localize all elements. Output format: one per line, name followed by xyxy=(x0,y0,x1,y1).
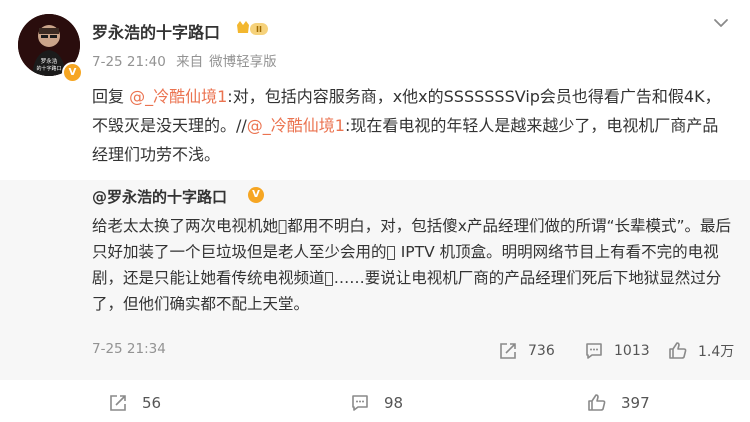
comment-icon xyxy=(586,343,602,359)
quote-text: 给老太太换了两次电视机她 都用不明白，对，包括傻x产品经理们做的所谓“长辈模式”… xyxy=(92,217,732,313)
comment-count: 98 xyxy=(384,394,404,412)
like-count: 397 xyxy=(621,394,650,412)
author-name[interactable]: 罗永浩的十字路口 xyxy=(92,19,220,43)
post-meta: 7-25 21:40 来自 微博轻享版 xyxy=(92,50,283,70)
repost-count: 56 xyxy=(142,394,162,412)
repost-icon xyxy=(500,343,516,359)
comment-icon xyxy=(352,395,368,411)
comment-button[interactable]: 98 xyxy=(350,393,403,413)
quote-author[interactable]: @罗永浩的十字路口 xyxy=(92,186,227,207)
quote-comment-button[interactable]: 1013 xyxy=(584,341,650,361)
verified-badge-icon: V xyxy=(62,62,83,83)
quote-comment-count: 1013 xyxy=(614,343,650,359)
quote-like-button[interactable]: 1.4万 xyxy=(668,341,734,361)
like-icon xyxy=(588,394,606,411)
quote-like-count: 1.4万 xyxy=(698,344,735,360)
post-source[interactable]: 微博轻享版 xyxy=(209,54,277,70)
badge-level: II xyxy=(256,25,262,34)
mention-link[interactable]: @_冷酷仙境1 xyxy=(129,87,227,106)
source-prefix: 来自 xyxy=(176,54,204,70)
like-button[interactable]: 397 xyxy=(587,393,650,413)
repost-button[interactable]: 56 xyxy=(108,393,161,413)
post-time[interactable]: 7-25 21:40 xyxy=(92,54,166,70)
avatar-caption-1: 罗永浩 xyxy=(41,57,58,65)
verified-badge-icon: V xyxy=(248,187,264,203)
chevron-down-icon[interactable] xyxy=(712,14,730,32)
avatar-caption-2: 的十字路口 xyxy=(36,65,61,72)
quote-repost-button[interactable]: 736 xyxy=(498,341,555,361)
like-icon xyxy=(669,342,687,359)
repost-icon xyxy=(110,395,126,411)
mention-link[interactable]: @_冷酷仙境1 xyxy=(247,116,345,135)
quote-repost-count: 736 xyxy=(528,343,555,359)
quote-time[interactable]: 7-25 21:34 xyxy=(92,341,166,357)
crown-badge-icon[interactable]: II xyxy=(235,19,269,39)
post-text: 回复 @_冷酷仙境1:对，包括内容服务商，x他x的SSSSSSSVip会员也得看… xyxy=(92,82,732,169)
reply-prefix: 回复 xyxy=(92,87,125,106)
